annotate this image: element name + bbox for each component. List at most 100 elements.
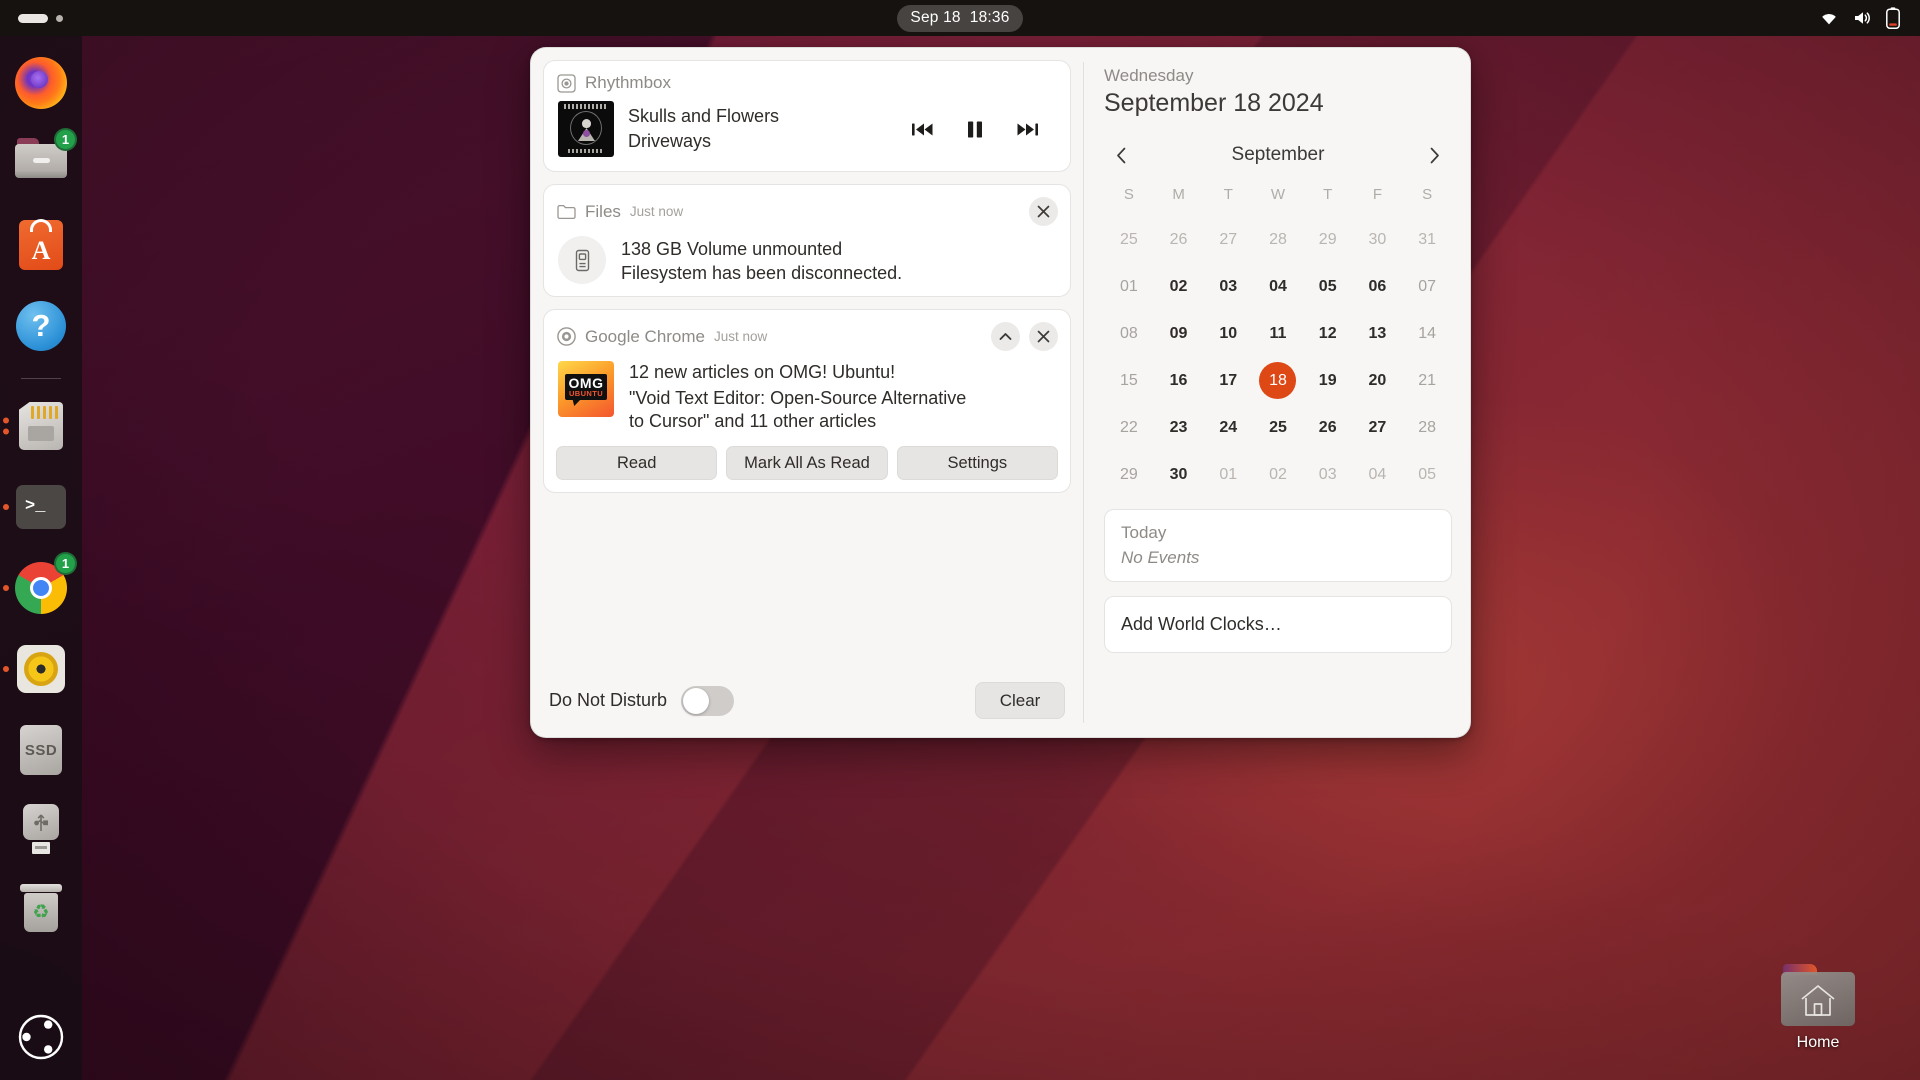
calendar-day-cell: 19 bbox=[1303, 360, 1353, 401]
calendar-day[interactable]: 04 bbox=[1259, 268, 1296, 305]
calendar-day[interactable]: 28 bbox=[1409, 409, 1446, 446]
calendar-day[interactable]: 30 bbox=[1359, 221, 1396, 258]
calendar-day[interactable]: 19 bbox=[1309, 362, 1346, 399]
calendar-day[interactable]: 29 bbox=[1110, 456, 1147, 493]
dock-item-ubuntu-software[interactable]: A bbox=[8, 212, 74, 278]
calendar-day[interactable]: 10 bbox=[1210, 315, 1247, 352]
files-close-button[interactable] bbox=[1029, 197, 1058, 226]
calendar-day-cell: 27 bbox=[1353, 407, 1403, 448]
calendar-day[interactable]: 30 bbox=[1160, 456, 1197, 493]
calendar-day[interactable]: 25 bbox=[1110, 221, 1147, 258]
previous-track-button[interactable] bbox=[912, 122, 933, 137]
folder-icon bbox=[556, 202, 576, 222]
calendar-day-cell: 04 bbox=[1353, 454, 1403, 495]
files-notification-text: Filesystem has been disconnected. bbox=[621, 263, 903, 283]
calendar-day[interactable]: 01 bbox=[1210, 456, 1247, 493]
calendar-day[interactable]: 21 bbox=[1409, 362, 1446, 399]
calendar-day[interactable]: 05 bbox=[1409, 456, 1446, 493]
calendar-day[interactable]: 29 bbox=[1309, 221, 1346, 258]
battery-icon[interactable] bbox=[1886, 7, 1900, 29]
calendar-day[interactable]: 12 bbox=[1309, 315, 1346, 352]
dock-item-ssd-volume[interactable]: SSD bbox=[8, 717, 74, 783]
calendar-day[interactable]: 27 bbox=[1210, 221, 1247, 258]
calendar-day-today[interactable]: 18 bbox=[1259, 362, 1297, 399]
terminal-icon: >_ bbox=[16, 485, 66, 529]
calendar-day-cell: 10 bbox=[1203, 313, 1253, 354]
dock-item-usb-drive[interactable] bbox=[8, 796, 74, 862]
files-notification-row: 138 GB Volume unmounted Filesystem has b… bbox=[556, 230, 1058, 284]
calendar-day[interactable]: 05 bbox=[1309, 268, 1346, 305]
calendar-day[interactable]: 02 bbox=[1160, 268, 1197, 305]
dock-item-help[interactable]: ? bbox=[8, 293, 74, 359]
show-applications-button[interactable] bbox=[18, 1014, 64, 1060]
calendar-day[interactable]: 23 bbox=[1160, 409, 1197, 446]
next-track-button[interactable] bbox=[1017, 122, 1038, 137]
desktop-icon-home[interactable]: Home bbox=[1758, 964, 1878, 1052]
calendar-day-cell: 25 bbox=[1253, 407, 1303, 448]
calendar-day[interactable]: 31 bbox=[1409, 221, 1446, 258]
activities-button[interactable] bbox=[0, 0, 77, 36]
calendar-day[interactable]: 28 bbox=[1259, 221, 1296, 258]
calendar-day[interactable]: 22 bbox=[1110, 409, 1147, 446]
calendar-day-cell: 08 bbox=[1104, 313, 1154, 354]
settings-button[interactable]: Settings bbox=[896, 446, 1058, 481]
calendar-day[interactable]: 06 bbox=[1359, 268, 1396, 305]
calendar-day-cell: 30 bbox=[1353, 219, 1403, 260]
dock-item-firefox[interactable] bbox=[8, 50, 74, 116]
mark-all-as-read-button[interactable]: Mark All As Read bbox=[726, 446, 888, 481]
dock-item-sd-card[interactable] bbox=[3, 393, 74, 459]
chrome-close-button[interactable] bbox=[1029, 322, 1058, 351]
dock-item-google-chrome[interactable]: 1 bbox=[3, 552, 77, 621]
calendar-day[interactable]: 11 bbox=[1259, 315, 1296, 352]
calendar-day[interactable]: 13 bbox=[1359, 315, 1396, 352]
calendar-day-cell: 28 bbox=[1402, 407, 1452, 448]
calendar-day[interactable]: 26 bbox=[1160, 221, 1197, 258]
dock-item-trash[interactable]: ♻ bbox=[8, 875, 74, 941]
calendar-day-cell: 29 bbox=[1104, 454, 1154, 495]
calendar-day[interactable]: 15 bbox=[1110, 362, 1147, 399]
calendar-day[interactable]: 08 bbox=[1110, 315, 1147, 352]
chrome-app-name: Google Chrome bbox=[585, 326, 706, 346]
calendar-day[interactable]: 02 bbox=[1259, 456, 1296, 493]
calendar-day[interactable]: 26 bbox=[1309, 409, 1346, 446]
calendar-day[interactable]: 01 bbox=[1110, 268, 1147, 305]
calendar-month-nav: September bbox=[1104, 142, 1452, 168]
calendar-day-cell: 22 bbox=[1104, 407, 1154, 448]
calendar-day[interactable]: 07 bbox=[1409, 268, 1446, 305]
chrome-notification-text: "Void Text Editor: Open-Source Alternati… bbox=[629, 388, 967, 432]
notification-list: Rhythmbox Skulls and Flowers Driveways F… bbox=[531, 48, 1083, 737]
calendar-day-cell: 04 bbox=[1253, 266, 1303, 307]
events-empty-label: No Events bbox=[1121, 548, 1200, 567]
calendar-day[interactable]: 09 bbox=[1160, 315, 1197, 352]
calendar-day-cell: 09 bbox=[1154, 313, 1204, 354]
dock-item-files[interactable]: 1 bbox=[8, 128, 77, 197]
calendar-day[interactable]: 03 bbox=[1309, 456, 1346, 493]
files-notification-title: 138 GB Volume unmounted bbox=[621, 239, 843, 259]
previous-month-button[interactable] bbox=[1108, 142, 1134, 168]
wifi-icon[interactable] bbox=[1819, 8, 1839, 28]
dock-item-terminal[interactable]: >_ bbox=[3, 474, 74, 540]
add-world-clocks-button[interactable]: Add World Clocks… bbox=[1104, 596, 1452, 653]
calendar-day[interactable]: 17 bbox=[1210, 362, 1247, 399]
calendar-day[interactable]: 16 bbox=[1160, 362, 1197, 399]
calendar-day[interactable]: 24 bbox=[1210, 409, 1247, 446]
volume-icon[interactable] bbox=[1852, 8, 1873, 28]
read-button[interactable]: Read bbox=[556, 446, 718, 481]
calendar-day[interactable]: 27 bbox=[1359, 409, 1396, 446]
home-icon-label: Home bbox=[1796, 1034, 1840, 1051]
calendar-day[interactable]: 03 bbox=[1210, 268, 1247, 305]
clock-button[interactable]: Sep 18 18:36 bbox=[897, 4, 1023, 32]
chrome-action-buttons: Read Mark All As Read Settings bbox=[556, 446, 1058, 481]
clear-button[interactable]: Clear bbox=[975, 682, 1065, 719]
calendar-day[interactable]: 25 bbox=[1259, 409, 1296, 446]
calendar-day[interactable]: 14 bbox=[1409, 315, 1446, 352]
system-tray[interactable] bbox=[1819, 7, 1920, 29]
calendar-day[interactable]: 20 bbox=[1359, 362, 1396, 399]
calendar-day[interactable]: 04 bbox=[1359, 456, 1396, 493]
do-not-disturb-toggle[interactable] bbox=[681, 685, 735, 716]
chrome-collapse-button[interactable] bbox=[991, 322, 1020, 351]
next-month-button[interactable] bbox=[1422, 142, 1448, 168]
play-pause-button[interactable] bbox=[967, 121, 983, 138]
terminal-running-dots bbox=[3, 504, 9, 510]
dock-item-rhythmbox[interactable] bbox=[3, 636, 74, 702]
